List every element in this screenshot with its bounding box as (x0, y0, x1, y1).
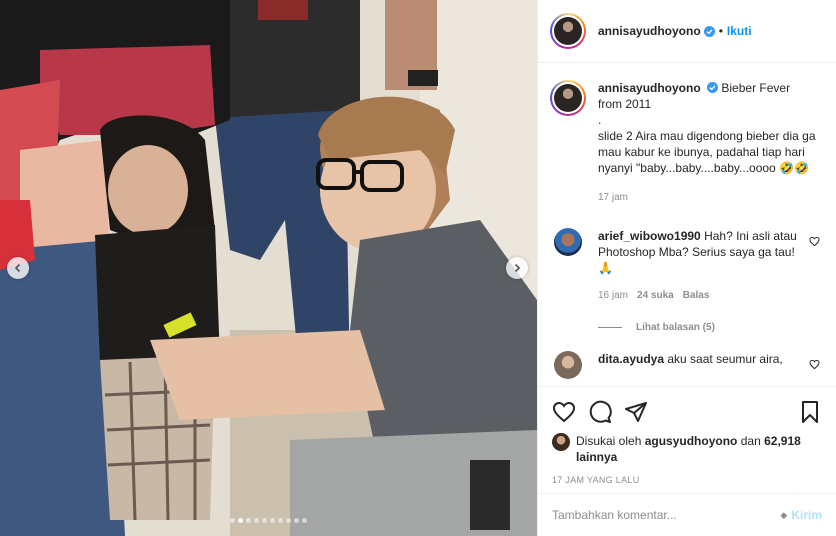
carousel-dot (270, 518, 275, 523)
replies-divider (598, 327, 622, 328)
carousel-indicator (0, 518, 537, 523)
caption-time[interactable]: 17 jam (598, 190, 816, 206)
comment-time[interactable]: 16 jam (598, 288, 628, 304)
carousel-dot (254, 518, 259, 523)
caption-avatar[interactable] (550, 80, 586, 116)
commenter-username[interactable]: dita.ayudya (598, 352, 664, 366)
chevron-left-icon (14, 263, 21, 273)
post-caption: annisayudhoyono Bieber Fever from 2011 .… (550, 80, 822, 206)
carousel-dot (262, 518, 267, 523)
share-icon[interactable] (624, 400, 648, 424)
bookmark-icon[interactable] (798, 400, 822, 424)
follow-button[interactable]: Ikuti (727, 24, 752, 38)
liker-avatar[interactable] (552, 433, 570, 451)
likes-prefix: Disukai oleh (576, 434, 642, 448)
comment-input[interactable] (552, 508, 781, 522)
carousel-next-button[interactable] (506, 257, 528, 279)
commenter-avatar[interactable] (554, 351, 582, 379)
carousel-prev-button[interactable] (7, 257, 29, 279)
heart-icon[interactable] (552, 400, 576, 424)
add-comment-bar: ◆ Kirim (538, 493, 836, 536)
header-separator: • (718, 24, 723, 38)
author-username[interactable]: annisayudhoyono (598, 24, 701, 38)
caption-username[interactable]: annisayudhoyono (598, 81, 701, 95)
comment-likes[interactable]: 24 suka (637, 288, 674, 304)
post-comment-label: Kirim (791, 508, 822, 522)
verified-badge-icon (703, 25, 715, 37)
commenter-avatar[interactable] (554, 228, 582, 256)
carousel-dot (246, 518, 251, 523)
chevron-right-icon (514, 263, 521, 273)
carousel-dot (230, 518, 235, 523)
post-actions: Disukai oleh agusyudhoyono dan 62,918 la… (538, 386, 836, 485)
carousel-dot (302, 518, 307, 523)
post-comment-button[interactable]: ◆ Kirim (780, 508, 822, 522)
commenter-username[interactable]: arief_wibowo1990 (598, 229, 701, 243)
comment-item: arief_wibowo1990 Hah? Ini asli atau Phot… (550, 228, 822, 304)
post-side-panel: annisayudhoyono • Ikuti annisayudhoyono … (537, 0, 836, 536)
liker-username[interactable]: agusyudhoyono (645, 434, 738, 448)
likes-summary: Disukai oleh agusyudhoyono dan 62,918 la… (552, 433, 822, 465)
verified-badge-icon (707, 82, 719, 93)
comments-list[interactable]: annisayudhoyono Bieber Fever from 2011 .… (538, 64, 836, 386)
view-replies-label: Lihat balasan (5) (636, 322, 715, 333)
comment-item: dita.ayudya aku saat seumur aira, (550, 351, 822, 379)
post-header: annisayudhoyono • Ikuti (538, 0, 836, 63)
comment-text: aku saat seumur aira, (667, 352, 783, 366)
post-media[interactable] (0, 0, 537, 536)
post-photo (0, 0, 537, 536)
carousel-dot (238, 518, 243, 523)
likes-and: dan (740, 434, 761, 448)
caption-body: . slide 2 Aira mau digendong bieber dia … (598, 113, 816, 175)
author-avatar[interactable] (550, 13, 586, 49)
comment-icon[interactable] (588, 400, 612, 424)
post-timestamp[interactable]: 17 JAM YANG LALU (552, 475, 822, 485)
heart-icon[interactable] (809, 236, 820, 247)
view-replies-button[interactable]: Lihat balasan (5) (598, 322, 822, 333)
heart-icon[interactable] (809, 359, 820, 370)
carousel-dot (294, 518, 299, 523)
reply-button[interactable]: Balas (683, 288, 710, 304)
carousel-dot (286, 518, 291, 523)
post-dialog: annisayudhoyono • Ikuti annisayudhoyono … (0, 0, 836, 536)
emoji-icon: ◆ (780, 509, 788, 520)
carousel-dot (278, 518, 283, 523)
